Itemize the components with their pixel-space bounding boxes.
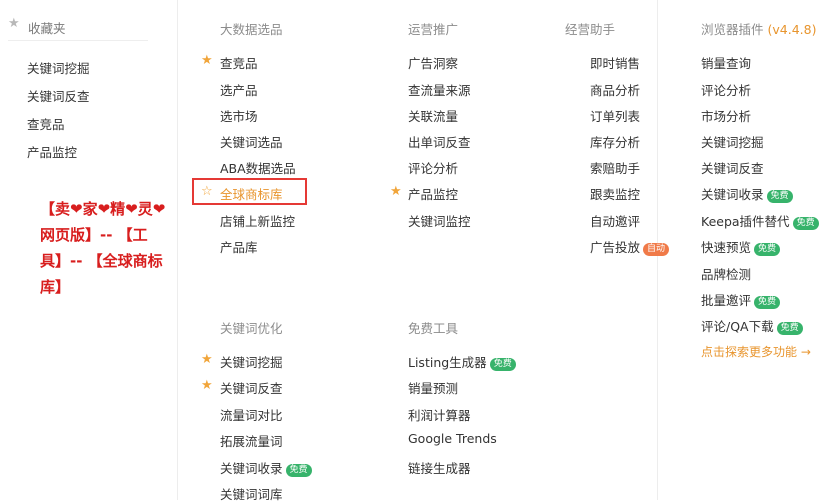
menu-item-link-generator[interactable]: 链接生成器 [408,458,471,477]
section-title-assistant: 经营助手 [565,22,616,37]
menu-item-order-keyword[interactable]: 出单词反查 [408,132,471,151]
free-badge: 免费 [766,190,793,203]
favorites-divider [8,40,148,41]
menu-item-keyword-mining[interactable]: 关键词挖掘 [220,352,283,371]
menu-item-keyword-index-2[interactable]: 关键词收录 免费 [220,458,312,477]
free-badge: 免费 [285,464,312,477]
free-badge: 免费 [489,358,516,371]
menu-item-keyword-reverse-plugin[interactable]: 关键词反查 [701,158,764,177]
menu-item-profit-calculator[interactable]: 利润计算器 [408,405,471,424]
menu-item-check-competitor[interactable]: 查竞品 [220,53,258,72]
menu-item-label: Keepa插件替代 [701,214,790,229]
free-badge: 免费 [792,217,819,230]
menu-item-keyword-select[interactable]: 关键词选品 [220,132,283,151]
section-title-plugin: 浏览器插件 (v4.4.8) [701,19,816,38]
section-title-operations: 运营推广 [408,22,459,37]
section-title-free-tools: 免费工具 [408,321,459,336]
menu-item-traffic-compare[interactable]: 流量词对比 [220,405,283,424]
menu-item-review-analysis-plugin[interactable]: 评论分析 [701,80,751,99]
menu-item-keyword-library[interactable]: 关键词词库 [220,484,283,503]
menu-item-order-list[interactable]: 订单列表 [590,106,640,125]
menu-item-claim-assistant[interactable]: 索赔助手 [590,158,640,177]
menu-item-label: 关键词收录 [220,461,283,476]
star-icon: ★ [201,378,213,393]
menu-item-label: 广告投放 [590,240,641,255]
menu-item-sales-query[interactable]: 销量查询 [701,53,751,72]
menu-item-inventory[interactable]: 库存分析 [590,132,640,151]
favorites-item[interactable]: 查竞品 [27,114,65,133]
menu-item-review-qa-download[interactable]: 评论/QA下载 免费 [701,316,803,335]
menu-item-select-product[interactable]: 选产品 [220,80,258,99]
favorites-item[interactable]: 产品监控 [27,142,77,161]
favorites-star-icon: ★ [8,16,20,31]
menu-item-realtime-sales[interactable]: 即时销售 [590,53,640,72]
menu-item-hijack-monitor[interactable]: 跟卖监控 [590,184,640,203]
menu-item-listing-generator[interactable]: Listing生成器 免费 [408,352,516,371]
menu-item-google-trends[interactable]: Google Trends [408,431,497,446]
plugin-title: 浏览器插件 [701,22,764,37]
menu-item-label: Listing生成器 [408,355,487,370]
free-badge: 免费 [776,322,803,335]
menu-item-brand-check[interactable]: 品牌检测 [701,264,751,283]
free-badge: 免费 [754,296,781,309]
menu-item-related-traffic[interactable]: 关联流量 [408,106,458,125]
menu-item-keyword-index[interactable]: 关键词收录 免费 [701,184,793,203]
menu-item-keyword-mining-plugin[interactable]: 关键词挖掘 [701,132,764,151]
auto-badge: 自动 [643,243,670,256]
menu-item-store-monitor[interactable]: 店铺上新监控 [220,211,295,230]
annotation-text: 【卖❤家❤精❤灵❤网页版】-- 【工具】-- 【全球商标库】 [40,200,166,296]
menu-item-keyword-monitor[interactable]: 关键词监控 [408,211,471,230]
menu-item-keyword-reverse[interactable]: 关键词反查 [220,378,283,397]
menu-item-review-analysis[interactable]: 评论分析 [408,158,458,177]
menu-item-product-monitor[interactable]: 产品监控 [408,184,458,203]
menu-item-product-library[interactable]: 产品库 [220,237,258,256]
favorites-item[interactable]: 关键词反查 [27,86,90,105]
menu-item-sales-forecast[interactable]: 销量预测 [408,378,458,397]
menu-item-keepa-alt[interactable]: Keepa插件替代 免费 [701,211,819,230]
menu-item-expand-traffic[interactable]: 拓展流量词 [220,431,283,450]
menu-item-market-analysis[interactable]: 市场分析 [701,106,751,125]
menu-item-product-analysis[interactable]: 商品分析 [590,80,640,99]
menu-item-ad-placement[interactable]: 广告投放 自动 [590,237,670,256]
star-icon: ★ [390,184,402,199]
menu-item-quick-preview[interactable]: 快速预览 免费 [701,237,781,256]
menu-item-auto-review[interactable]: 自动邀评 [590,211,640,230]
menu-item-ad-insight[interactable]: 广告洞察 [408,53,458,72]
free-badge: 免费 [754,243,781,256]
favorites-title: 收藏夹 [28,21,66,36]
menu-item-label: 快速预览 [701,240,752,255]
highlight-box [192,178,307,205]
menu-item-label: 批量邀评 [701,293,752,308]
star-icon: ★ [201,352,213,367]
column-divider [177,0,178,500]
plugin-version: (v4.4.8) [767,22,817,37]
star-icon: ★ [201,53,213,68]
favorites-item[interactable]: 关键词挖掘 [27,58,90,77]
menu-item-label: 评论/QA下载 [701,319,774,334]
section-title-keyword-opt: 关键词优化 [220,321,283,336]
menu-item-traffic-source[interactable]: 查流量来源 [408,80,471,99]
menu-item-batch-review[interactable]: 批量邀评 免费 [701,290,781,309]
menu-item-label: 关键词收录 [701,187,764,202]
menu-item-aba-select[interactable]: ABA数据选品 [220,158,296,177]
explore-more-link[interactable]: 点击探索更多功能 → [701,343,811,360]
section-title-big-data: 大数据选品 [220,22,283,37]
menu-item-select-market[interactable]: 选市场 [220,106,258,125]
